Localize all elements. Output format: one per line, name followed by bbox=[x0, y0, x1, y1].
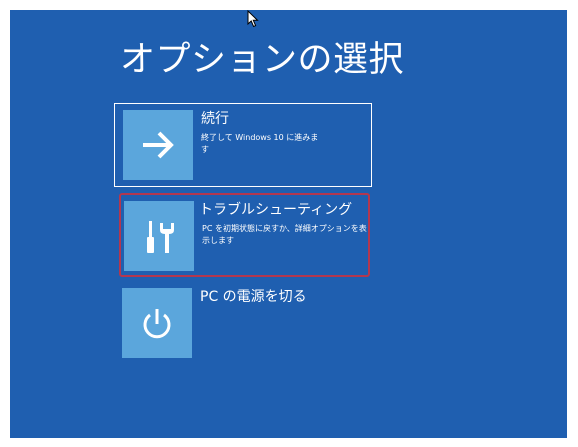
page-title: オプションの選択 bbox=[120, 40, 405, 80]
troubleshoot-description: PC を初期状態に戻すか、詳細オプションを表示します bbox=[202, 224, 367, 245]
power-off-title: PC の電源を切る bbox=[200, 289, 307, 305]
tools-icon bbox=[147, 221, 174, 253]
troubleshoot-option[interactable]: トラブルシューティング PC を初期状態に戻すか、詳細オプションを表示します bbox=[119, 193, 370, 277]
continue-description: 終了して Windows 10 に進みます bbox=[201, 133, 319, 154]
continue-option[interactable]: 続行 終了して Windows 10 に進みます bbox=[114, 103, 372, 187]
power-icon bbox=[143, 309, 171, 339]
continue-tile bbox=[123, 110, 193, 180]
mouse-cursor-icon bbox=[247, 10, 259, 28]
arrow-right-icon bbox=[143, 131, 174, 159]
power-off-tile bbox=[122, 288, 192, 358]
troubleshoot-tile bbox=[124, 201, 194, 271]
troubleshoot-title: トラブルシューティング bbox=[199, 202, 353, 218]
continue-title: 続行 bbox=[201, 111, 229, 127]
recovery-screen: オプションの選択 続行 終了して Windows 10 に進みます トラブルシュ… bbox=[10, 10, 567, 438]
power-off-option[interactable]: PC の電源を切る bbox=[114, 282, 372, 364]
